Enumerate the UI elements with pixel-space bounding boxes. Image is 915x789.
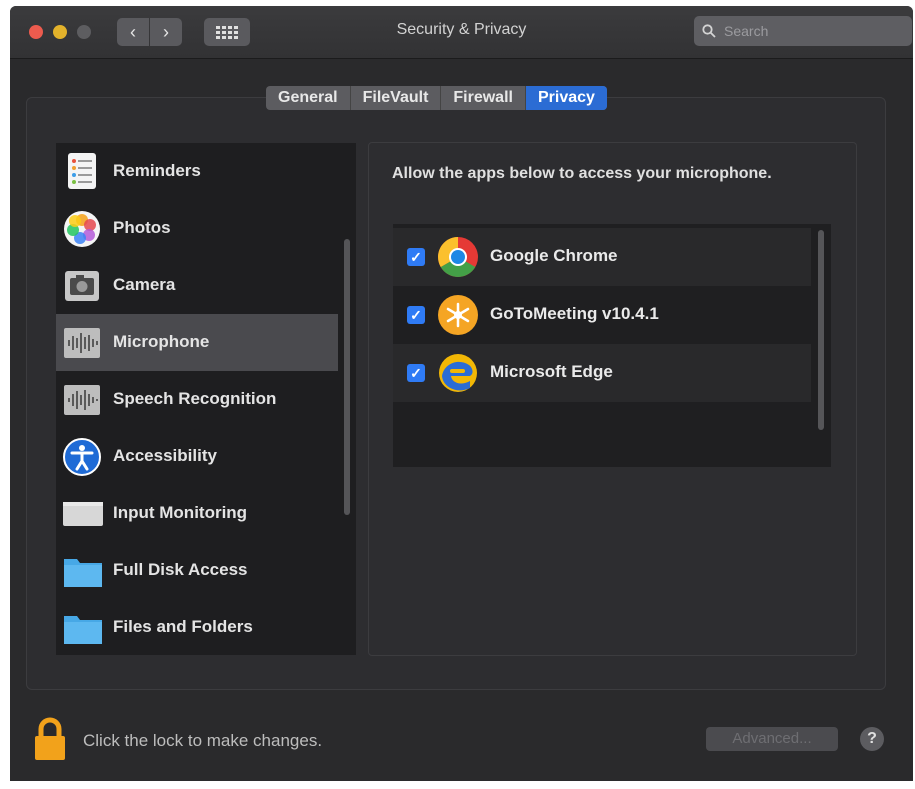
sidebar-item-full-disk-access[interactable]: Full Disk Access [56,542,338,599]
app-name: Microsoft Edge [490,362,613,381]
sidebar-item-files-and-folders[interactable]: Files and Folders [56,599,338,655]
tab-filevault[interactable]: FileVault [351,86,442,110]
app-checkbox[interactable]: ✓ [407,364,425,382]
permission-prompt: Allow the apps below to access your micr… [392,165,772,182]
sidebar-item-label: Speech Recognition [113,389,277,408]
speech-recognition-icon [64,385,100,415]
photos-icon [64,211,100,247]
app-name: Google Chrome [490,246,618,265]
keyboard-icon [63,502,103,526]
app-checkbox[interactable]: ✓ [407,248,425,266]
sidebar-scrollbar[interactable] [344,239,350,515]
microphone-icon [64,328,100,358]
gotomeeting-icon [438,295,478,335]
lock-message: Click the lock to make changes. [83,731,323,750]
sidebar-item-accessibility[interactable]: Accessibility [56,428,338,485]
advanced-button[interactable]: Advanced... [706,727,838,751]
app-row-microsoft-edge[interactable]: ✓ Microsoft Edge [393,344,811,402]
sidebar-item-input-monitoring[interactable]: Input Monitoring [56,485,338,542]
sidebar-item-label: Input Monitoring [113,503,248,522]
tab-privacy[interactable]: Privacy [525,86,607,110]
sidebar-item-label: Full Disk Access [113,560,248,579]
tab-bar: General FileVault Firewall Privacy [266,86,607,110]
app-row-google-chrome[interactable]: ✓ Google Chrome [393,228,811,286]
tab-firewall[interactable]: Firewall [441,86,526,110]
sidebar-item-camera[interactable]: Camera [56,257,338,314]
search-field[interactable]: Search [694,16,912,46]
sidebar-item-label: Photos [113,218,171,237]
search-placeholder: Search [724,23,769,39]
app-list-scrollbar[interactable] [818,230,824,430]
sidebar-item-label: Reminders [113,161,201,180]
folder-icon [64,559,102,587]
sidebar-item-microphone[interactable]: Microphone [56,314,338,371]
camera-icon [65,271,99,301]
chrome-icon [438,237,478,277]
edge-icon [439,354,477,392]
help-button[interactable]: ? [860,727,884,751]
sidebar-item-label: Microphone [113,332,210,351]
folder-icon [64,616,102,644]
search-icon [702,24,716,38]
sidebar-item-reminders[interactable]: Reminders [56,143,338,200]
sidebar-item-speech-recognition[interactable]: Speech Recognition [56,371,338,428]
privacy-category-list: Reminders Photos Camera Microphone Speec… [56,143,356,655]
app-list: ✓ Google Chrome ✓ GoToMeeting v10.4.1 ✓ … [393,224,831,467]
sidebar-item-label: Accessibility [113,446,217,465]
sidebar-item-photos[interactable]: Photos [56,200,338,257]
reminders-icon [68,153,96,189]
title-bar: ‹ › Security & Privacy Search [10,6,913,59]
accessibility-icon [63,438,101,476]
tab-general[interactable]: General [266,86,351,110]
lock-icon[interactable] [30,716,70,764]
app-name: GoToMeeting v10.4.1 [490,304,659,323]
app-row-gotomeeting[interactable]: ✓ GoToMeeting v10.4.1 [393,286,811,344]
sidebar-item-label: Camera [113,275,176,294]
sidebar-item-label: Files and Folders [113,617,253,636]
app-checkbox[interactable]: ✓ [407,306,425,324]
